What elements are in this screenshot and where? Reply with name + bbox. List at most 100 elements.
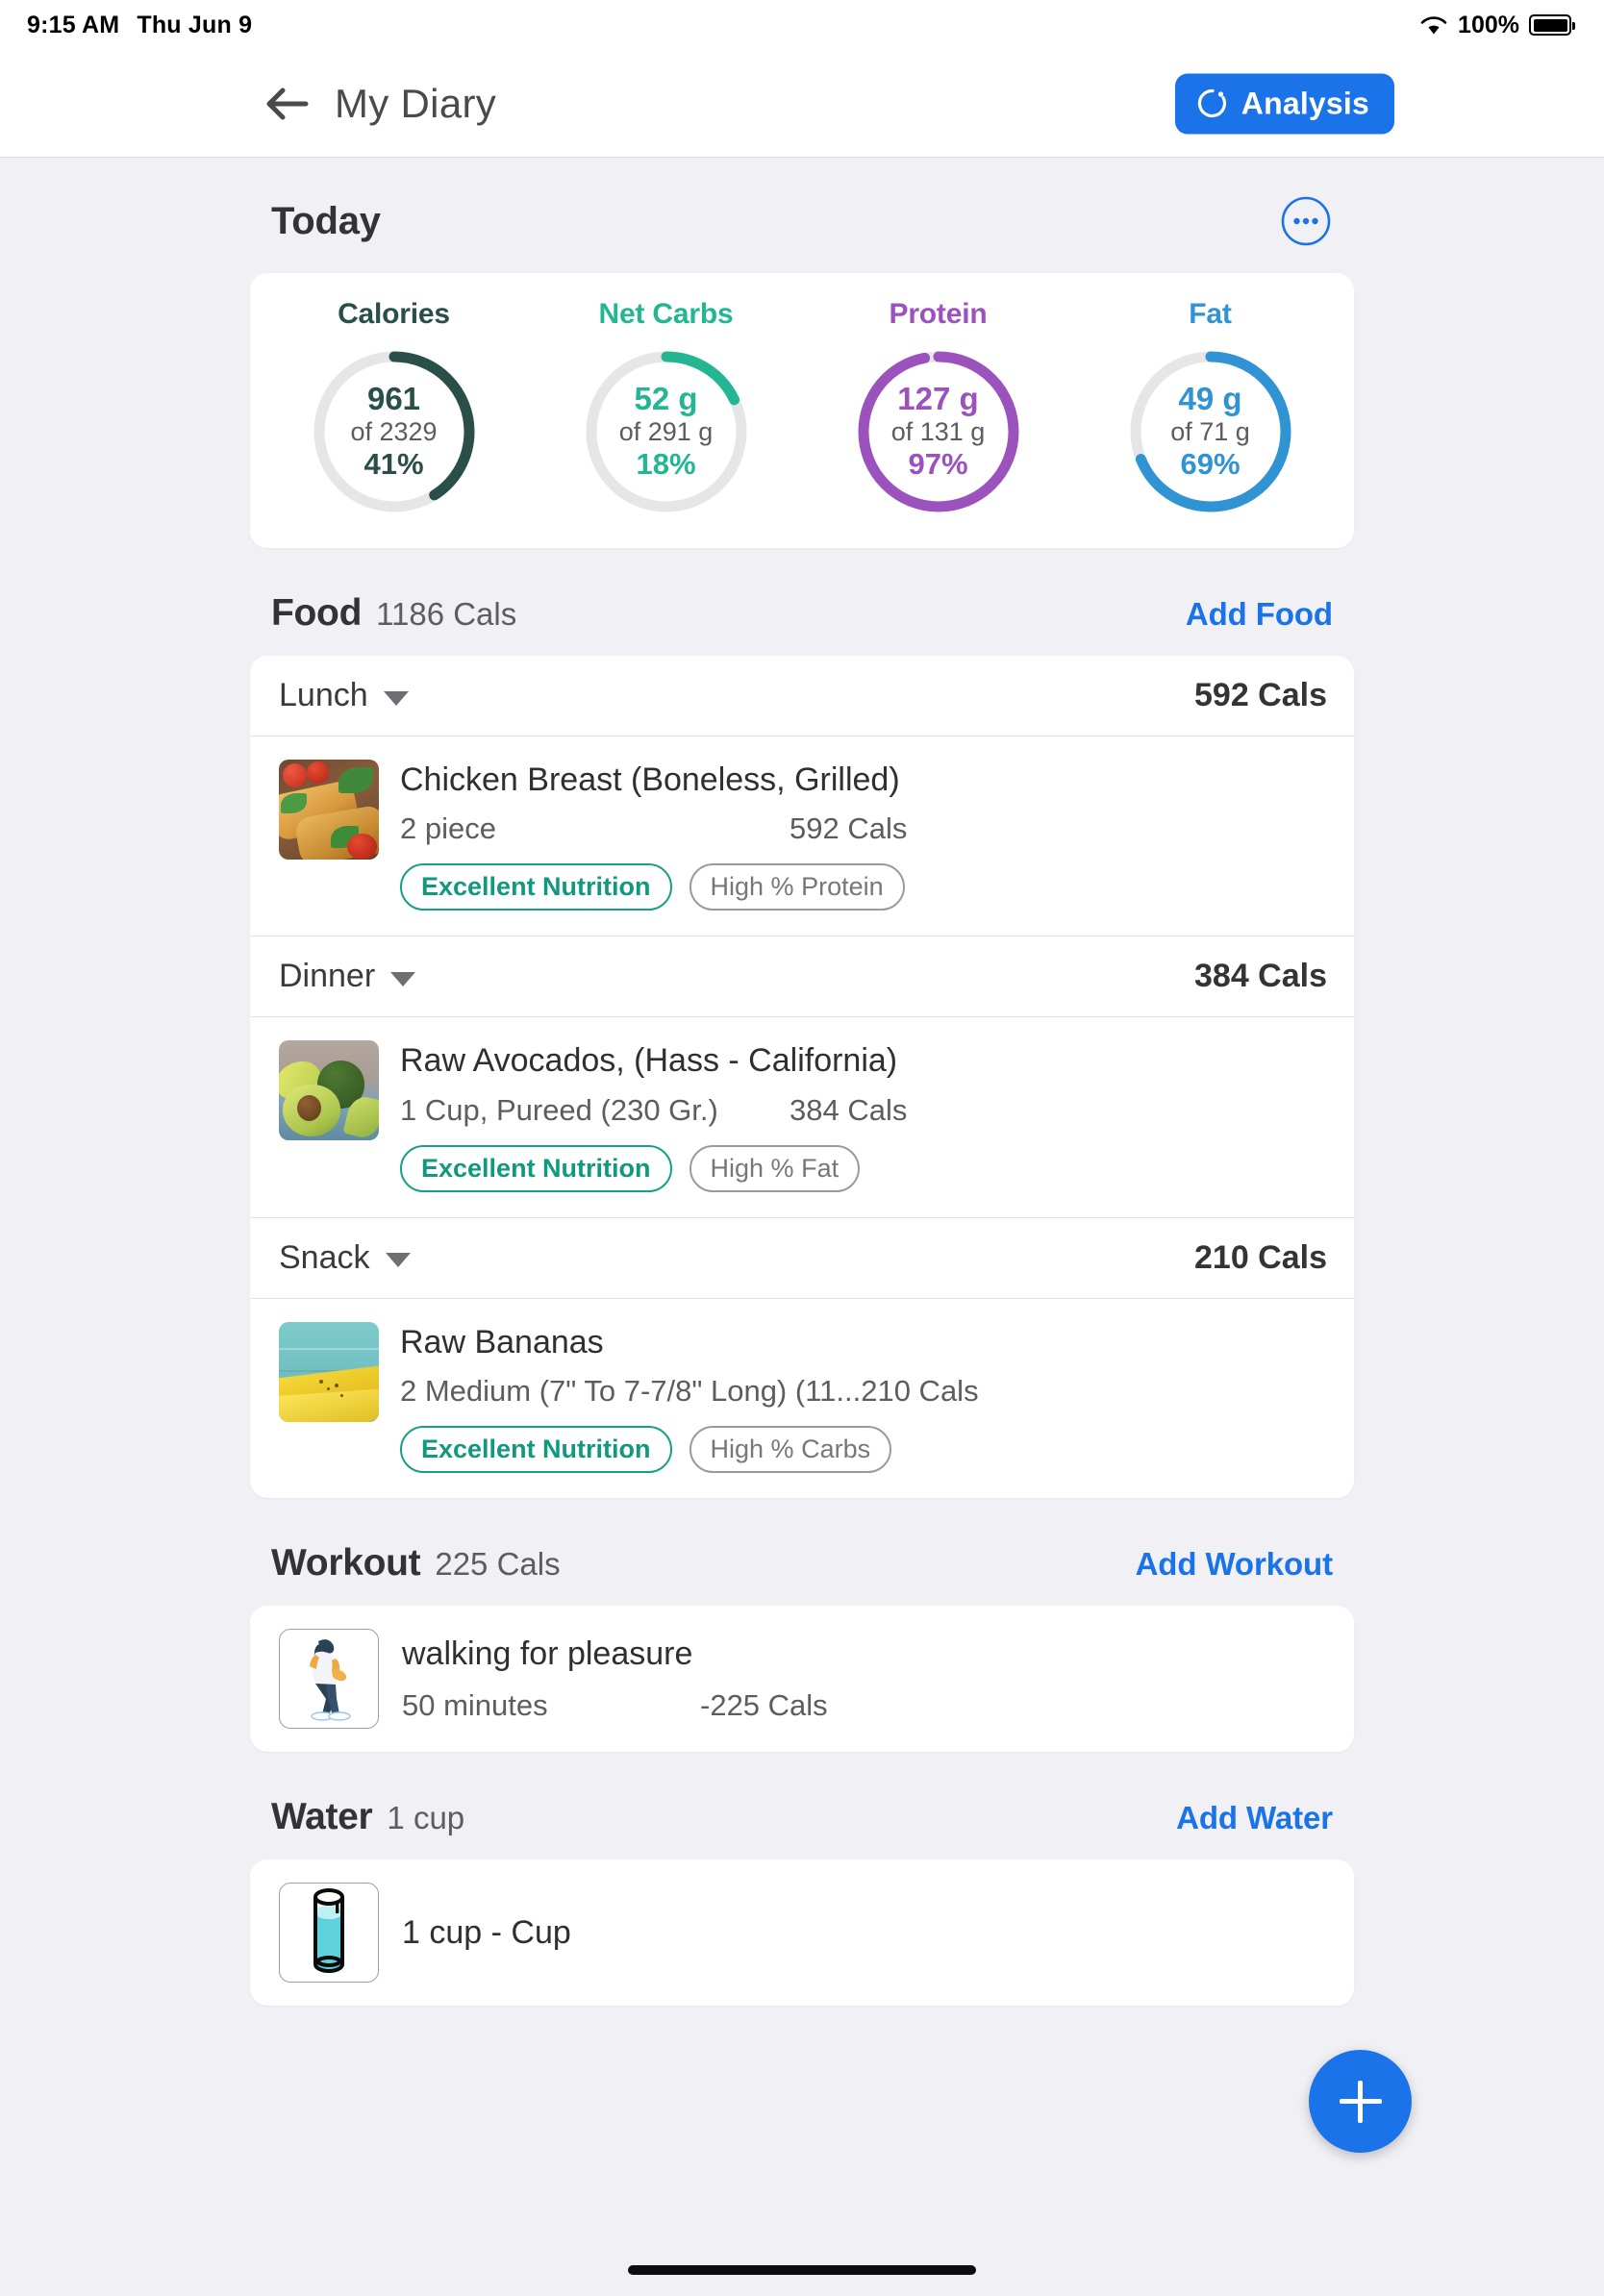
nutrition-ring-protein[interactable]: Protein 127 g of 131 g 97% [802,298,1074,517]
add-entry-fab[interactable] [1309,2050,1412,2153]
macro-highlight-badge: High % Carbs [689,1425,892,1474]
food-item-calories: 210 Cals [861,1373,979,1408]
food-thumbnail [279,1321,379,1422]
app-screen: 9:15 AM Thu Jun 9 100% My Diary Analysis… [0,0,1604,2296]
food-item-calories: 384 Cals [789,1092,908,1127]
nutrition-rings-card: Calories 961 of 2329 41% Net Carbs 52 g of 291… [250,273,1354,548]
add-water-button[interactable]: Add Water [1176,1800,1333,1836]
nutrition-ring-fat[interactable]: Fat 49 g of 71 g 69% [1074,298,1346,517]
meal-calories: 592 Cals [1194,677,1327,713]
food-item-badges: Excellent Nutrition High % Protein [400,863,1327,911]
chevron-down-icon [390,971,416,986]
add-workout-button[interactable]: Add Workout [1136,1546,1334,1583]
food-item-serving: 1 Cup, Pureed (230 Gr.) [400,1092,718,1127]
meal-calories: 210 Cals [1194,1238,1327,1276]
ring-percent: 97% [908,447,968,482]
water-header-left: Water 1 cup [271,1796,464,1838]
ring-percent: 18% [636,447,696,482]
chevron-down-icon [383,690,409,706]
add-food-button[interactable]: Add Food [1186,596,1333,633]
food-item-row[interactable]: Raw Avocados, (Hass - California) 1 Cup, … [250,1017,1354,1216]
meal-header-dinner[interactable]: Dinner 384 Cals [250,936,1354,1018]
walking-person-icon [310,1639,351,1721]
water-title: Water [271,1796,373,1838]
meal-header-lunch[interactable]: Lunch 592 Cals [250,656,1354,736]
water-section-header: Water 1 cup Add Water [250,1752,1354,1859]
food-item-info: Raw Bananas 2 Medium (7" To 7-7/8" Long) … [400,1322,1327,1474]
back-arrow-icon [266,87,309,119]
ring-percent: 69% [1180,447,1241,482]
food-item-meta: 2 Medium (7" To 7-7/8" Long) (11... 210 C… [400,1374,1327,1409]
nutrition-ring-calories[interactable]: Calories 961 of 2329 41% [258,298,530,517]
food-item-serving: 2 piece [400,811,496,846]
food-item-name: Raw Bananas [400,1323,604,1360]
food-card: Lunch 592 Cals Chicken Breast (Boneless, G… [250,656,1354,1499]
food-item-meta: 1 Cup, Pureed (230 Gr.) 384 Cals [400,1093,1327,1128]
workout-calories: -225 Cals [700,1687,828,1722]
ring-graphic: 49 g of 71 g 69% [1125,346,1296,517]
status-bar: 9:15 AM Thu Jun 9 100% [0,0,1604,50]
food-item-badges: Excellent Nutrition High % Fat [400,1144,1327,1192]
ring-value: 961 [366,380,421,416]
nutrition-ring-net-carbs[interactable]: Net Carbs 52 g of 291 g 18% [530,298,802,517]
macro-highlight-badge: High % Protein [689,863,905,911]
food-item-serving: 2 Medium (7" To 7-7/8" Long) (11... [400,1373,862,1408]
more-options-button[interactable] [1279,194,1333,248]
ring-goal: of 291 g [618,416,714,446]
nutrition-quality-badge: Excellent Nutrition [400,1144,672,1192]
ring-label: Fat [1189,298,1232,330]
food-thumbnail [279,760,379,860]
nutrition-quality-badge: Excellent Nutrition [400,1425,672,1474]
analysis-label: Analysis [1241,86,1369,120]
today-header: Today [250,158,1354,273]
food-header-left: Food 1186 Cals [271,592,516,635]
ring-goal: of 2329 [350,416,438,446]
status-bar-right: 100% [1419,12,1575,39]
macro-highlight-badge: High % Fat [689,1144,861,1192]
meal-header-snack[interactable]: Snack 210 Cals [250,1216,1354,1299]
meal-name: Snack [279,1238,370,1276]
food-item-info: Raw Avocados, (Hass - California) 1 Cup, … [400,1040,1327,1192]
food-item-name: Chicken Breast (Boneless, Grilled) [400,761,900,798]
meal-toggle[interactable]: Dinner [279,958,416,995]
nav-bar: My Diary Analysis [0,50,1604,158]
water-subtitle: 1 cup [387,1800,465,1836]
water-glass-icon [313,1888,344,1974]
battery-full-icon [1529,14,1575,36]
workout-meta: 50 minutes -225 Cals [402,1688,1327,1723]
analysis-progress-icon [1197,88,1226,118]
food-item-badges: Excellent Nutrition High % Carbs [400,1425,1327,1474]
analysis-button[interactable]: Analysis [1174,73,1394,134]
workout-card[interactable]: walking for pleasure 50 minutes -225 Cal… [250,1606,1354,1753]
status-time: 9:15 AM [27,11,120,38]
chevron-down-icon [385,1253,411,1268]
ring-label: Calories [338,298,450,330]
content-scroll[interactable]: Today Calories 961 of 2329 41% Net Carbs 52 g… [0,158,1604,2296]
food-item-row[interactable]: Chicken Breast (Boneless, Grilled) 2 piec… [250,736,1354,936]
page-title: My Diary [335,80,497,126]
status-bar-left: 9:15 AM Thu Jun 9 [27,12,252,39]
workout-section-header: Workout 225 Cals Add Workout [250,1498,1354,1606]
ring-percent: 41% [363,447,424,482]
meal-toggle[interactable]: Snack [279,1239,411,1277]
workout-header-left: Workout 225 Cals [271,1542,561,1585]
meal-name: Lunch [279,677,368,713]
water-card[interactable]: 1 cup - Cup [250,1859,1354,2007]
more-options-icon [1281,196,1331,246]
back-button[interactable] [258,74,317,134]
meal-calories: 384 Cals [1194,958,1327,995]
food-item-calories: 592 Cals [789,811,908,846]
food-item-name: Raw Avocados, (Hass - California) [400,1042,898,1080]
water-icon-box [279,1883,379,1984]
workout-icon-box [279,1629,379,1730]
ring-goal: of 71 g [1170,416,1250,446]
meal-toggle[interactable]: Lunch [279,677,409,714]
wifi-icon [1420,15,1447,34]
ring-label: Net Carbs [598,298,734,330]
food-title: Food [271,592,363,634]
ring-value: 52 g [634,380,698,416]
today-title: Today [271,199,381,242]
food-item-row[interactable]: Raw Bananas 2 Medium (7" To 7-7/8" Long) … [250,1299,1354,1498]
workout-duration: 50 minutes [402,1687,548,1722]
food-section-header: Food 1186 Cals Add Food [250,548,1354,656]
